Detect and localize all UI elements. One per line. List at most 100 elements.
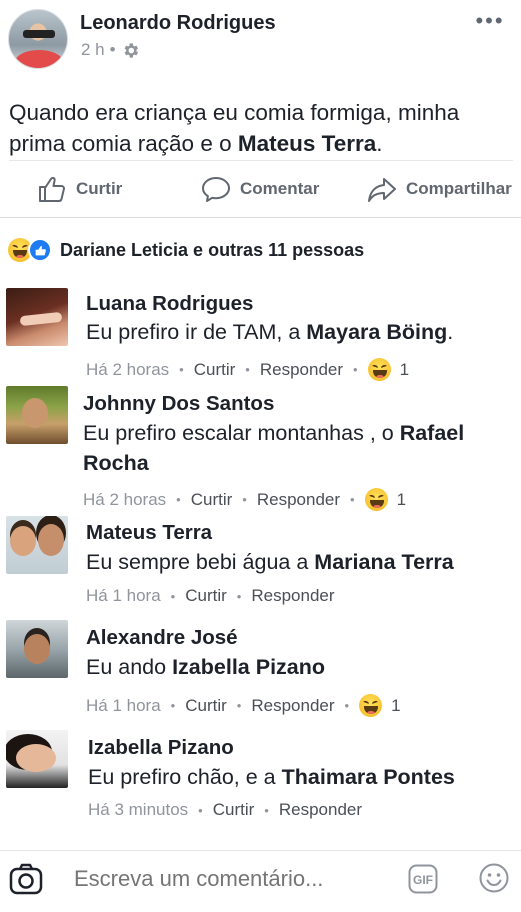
comment-composer: GIF [0, 850, 521, 912]
reaction-count: 1 [391, 695, 401, 715]
commenter-name[interactable]: Johnny Dos Santos [83, 392, 274, 416]
reaction-icons [8, 238, 52, 262]
comment-time[interactable]: Há 2 horas [86, 360, 169, 380]
composer-divider [0, 850, 521, 851]
reaction-count: 1 [396, 489, 407, 509]
reactions-summary[interactable]: Dariane Leticia e outras 11 pessoas [8, 236, 364, 264]
comment-tagged-user[interactable]: Mariana Terra [314, 550, 453, 574]
comment-like-link[interactable]: Curtir [191, 490, 233, 510]
comment-body: Eu prefiro ir de TAM, a [86, 320, 307, 344]
camera-icon[interactable] [9, 862, 43, 896]
laughing-emoji-icon [364, 488, 388, 511]
comment-reply-link[interactable]: Responder [279, 800, 362, 820]
avatar-glasses [23, 30, 55, 38]
action-bar: Curtir Comentar Compartilhar [0, 165, 521, 213]
share-label: Compartilhar [406, 179, 512, 198]
comment-body: Eu sempre bebi água a [86, 550, 315, 574]
comment-reactions[interactable]: 1 [359, 694, 401, 717]
meta-dot: • [176, 492, 181, 507]
gif-button[interactable]: GIF [408, 864, 438, 894]
comment-meta: Há 3 minutos • Curtir • Responder [88, 800, 362, 820]
comment-body: Eu ando [86, 655, 173, 679]
comment-time[interactable]: Há 1 hora [86, 586, 161, 606]
comment-time[interactable]: Há 1 hora [86, 696, 161, 716]
comment-end: . [447, 320, 454, 344]
like-button[interactable]: Curtir [36, 173, 122, 205]
comment-reply-link[interactable]: Responder [260, 360, 343, 380]
meta-dot: • [264, 802, 269, 818]
commenter-name[interactable]: Luana Rodrigues [86, 292, 253, 316]
gear-icon[interactable] [121, 41, 140, 60]
comment-time[interactable]: Há 3 minutos [88, 800, 188, 820]
meta-dot: • [179, 362, 184, 377]
commenter-avatar[interactable] [6, 288, 68, 346]
author-avatar[interactable] [8, 9, 68, 69]
laughing-emoji-icon [359, 694, 383, 717]
comment-like-link[interactable]: Curtir [185, 586, 227, 606]
comment-tagged-user[interactable]: Thaimara Pontes [282, 765, 455, 789]
commenter-avatar[interactable] [6, 730, 68, 788]
gif-label: GIF [413, 873, 433, 887]
thumbs-up-icon [39, 176, 65, 202]
post-tagged-user[interactable]: Mateus Terra [238, 131, 376, 156]
commenter-avatar[interactable] [6, 620, 68, 678]
meta-separator: • [109, 40, 116, 59]
post-time[interactable]: 2 h [81, 40, 105, 60]
meta-dot: • [170, 588, 176, 604]
comment-tagged-user[interactable]: Izabella Pizano [172, 655, 325, 679]
comment-label: Comentar [240, 179, 320, 198]
comment-reply-link[interactable]: Responder [251, 586, 334, 606]
comment-meta: Há 2 horas • Curtir • Responder • 1 [83, 488, 406, 511]
share-arrow-icon [368, 178, 396, 202]
action-divider [9, 160, 513, 161]
commenter-name[interactable]: Mateus Terra [86, 521, 212, 545]
meta-dot: • [242, 492, 247, 507]
share-button[interactable]: Compartilhar [366, 173, 512, 205]
post-meta: 2 h • [81, 40, 140, 60]
meta-dot: • [350, 492, 355, 507]
comment-reply-link[interactable]: Responder [257, 490, 340, 510]
more-options-button[interactable]: ••• [470, 6, 510, 36]
meta-dot: • [170, 698, 176, 713]
meta-dot: • [236, 698, 242, 713]
comment-like-link[interactable]: Curtir [213, 800, 255, 820]
comment-meta: Há 1 hora • Curtir • Responder [86, 586, 335, 606]
comment-reactions[interactable]: 1 [367, 358, 410, 381]
reaction-count: 1 [399, 359, 410, 379]
avatar-shirt [15, 50, 63, 68]
comment-body: Eu prefiro escalar montanhas , o [83, 421, 400, 445]
comment-reactions[interactable]: 1 [364, 488, 407, 511]
like-reaction-icon [28, 238, 52, 262]
comment-reply-link[interactable]: Responder [251, 696, 334, 716]
laughing-emoji-icon [367, 358, 391, 381]
speech-bubble-icon [202, 177, 230, 202]
comment-input[interactable] [74, 864, 374, 894]
post-header: Leonardo Rodrigues 2 h • ••• [0, 0, 521, 80]
meta-dot: • [353, 362, 358, 377]
comment-meta: Há 1 hora • Curtir • Responder • 1 [86, 694, 401, 717]
like-label: Curtir [76, 179, 123, 198]
comment-tagged-user[interactable]: Mayara Böing [306, 320, 447, 344]
meta-dot: • [198, 802, 203, 818]
comment-text: Eu prefiro escalar montanhas , o Rafael … [83, 418, 508, 478]
comment-like-link[interactable]: Curtir [194, 360, 236, 380]
comment-body: Eu prefiro chão, e a [88, 765, 282, 789]
reactions-text: Dariane Leticia e outras 11 pessoas [60, 239, 365, 260]
comment-text: Eu prefiro chão, e a Thaimara Pontes [88, 762, 513, 792]
comment-button[interactable]: Comentar [200, 173, 319, 205]
commenter-name[interactable]: Izabella Pizano [88, 736, 234, 760]
comment-text: Eu sempre bebi água a Mariana Terra [86, 547, 511, 577]
post-text-end: . [376, 131, 383, 156]
comment-text: Eu prefiro ir de TAM, a Mayara Böing. [86, 317, 511, 347]
comment-like-link[interactable]: Curtir [185, 696, 227, 716]
comment-time[interactable]: Há 2 horas [83, 490, 166, 510]
commenter-avatar[interactable] [6, 386, 68, 444]
commenter-avatar[interactable] [6, 516, 68, 574]
smiley-icon[interactable] [478, 862, 510, 894]
section-divider [0, 217, 521, 218]
meta-dot: • [245, 362, 250, 377]
commenter-name[interactable]: Alexandre José [86, 626, 238, 650]
comment-meta: Há 2 horas • Curtir • Responder • 1 [86, 358, 409, 381]
comment-text: Eu ando Izabella Pizano [86, 652, 511, 682]
author-name[interactable]: Leonardo Rodrigues [80, 12, 276, 35]
